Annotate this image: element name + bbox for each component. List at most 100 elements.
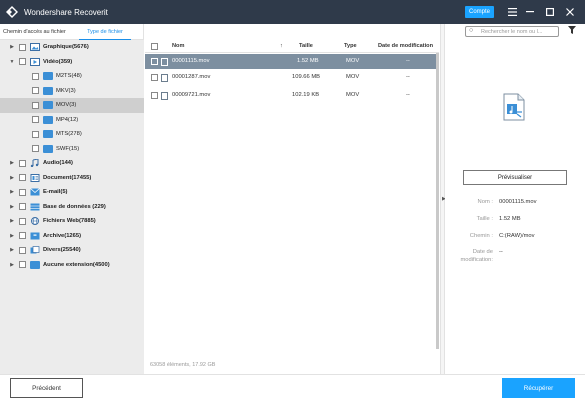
checkbox[interactable]: [32, 145, 39, 153]
search-icon: ○: [469, 27, 474, 34]
file-name: 00001115.mov: [172, 58, 210, 64]
tree-item-misc[interactable]: ▶ Divers(25540): [0, 243, 144, 258]
meta-size-value: 1.52 MB: [499, 216, 521, 222]
tree-item-label: Aucune extension(4500): [43, 261, 110, 268]
tab-file-type[interactable]: Type de fichier: [79, 24, 131, 40]
folder-icon: [30, 260, 40, 269]
expand-arrow-icon[interactable]: ▶: [8, 247, 16, 253]
sort-arrow-icon[interactable]: ↑: [280, 43, 283, 49]
folder-icon: [43, 115, 53, 124]
tree-item-label: Base de données (229): [43, 203, 106, 210]
search-input[interactable]: ○ Rechercher le nom ou l...: [465, 26, 559, 37]
tree-item-archive[interactable]: ▶ Archive(1265): [0, 229, 144, 244]
document-icon: [30, 173, 40, 182]
column-modified[interactable]: Date de modification: [378, 43, 433, 49]
image-icon: [30, 43, 40, 52]
tree-item-label: E-mail(5): [43, 189, 68, 196]
collapse-arrow-icon[interactable]: ▼: [8, 59, 16, 65]
video-icon: [30, 57, 40, 66]
folder-icon: [43, 86, 53, 95]
recover-button[interactable]: Récupérer: [502, 378, 575, 398]
file-modified: --: [406, 74, 410, 80]
tree-item-mov[interactable]: MOV(3): [0, 98, 144, 113]
column-type[interactable]: Type: [344, 43, 357, 49]
expand-arrow-icon[interactable]: ▶: [8, 175, 16, 181]
column-size[interactable]: Taille: [299, 43, 313, 49]
audio-video-file-icon: [503, 93, 525, 121]
music-note-icon: [30, 159, 39, 168]
filter-icon[interactable]: [568, 26, 576, 36]
expand-arrow-icon[interactable]: ▶: [8, 218, 16, 224]
checkbox[interactable]: [32, 116, 39, 124]
account-button[interactable]: Compte: [465, 6, 494, 18]
left-panel: Chemin d'accès au fichier Type de fichie…: [0, 24, 144, 374]
table-row[interactable]: 00001115.mov 1.52 MB MOV --: [145, 54, 437, 69]
tree-item-mkv[interactable]: MKV(3): [0, 84, 144, 99]
expand-arrow-icon[interactable]: ▶: [8, 233, 16, 239]
tree-item-no-extension[interactable]: ▶ Aucune extension(4500): [0, 258, 144, 273]
vertical-scrollbar[interactable]: [436, 53, 439, 349]
meta-date-label-1: Date de: [472, 249, 493, 255]
tree-item-web-files[interactable]: ▶ Fichiers Web(7885): [0, 214, 144, 229]
tree-item-swf[interactable]: SWF(15): [0, 142, 144, 157]
expand-arrow-icon[interactable]: ▶: [8, 160, 16, 166]
tree-item-audio[interactable]: ▶ Audio(144): [0, 156, 144, 171]
table-row[interactable]: 00001287.mov 109.66 MB MOV --: [145, 70, 437, 85]
folder-icon: [43, 130, 53, 139]
checkbox[interactable]: [19, 159, 26, 167]
expand-arrow-icon[interactable]: ▶: [8, 189, 16, 195]
checkbox[interactable]: [19, 43, 26, 51]
checkbox[interactable]: [19, 58, 26, 66]
close-icon[interactable]: [563, 4, 577, 20]
maximize-icon[interactable]: [543, 4, 557, 20]
tree-item-database[interactable]: ▶ Base de données (229): [0, 200, 144, 215]
tree-item-mp4[interactable]: MP4(12): [0, 113, 144, 128]
checkbox[interactable]: [19, 232, 26, 240]
meta-size-label: Taille :: [476, 216, 493, 222]
previous-button[interactable]: Précédent: [10, 378, 83, 398]
hamburger-menu-icon[interactable]: [505, 4, 519, 20]
tree-item-label: SWF(15): [56, 145, 80, 152]
row-checkbox[interactable]: [151, 58, 158, 65]
table-row[interactable]: 00009721.mov 102.19 KB MOV --: [145, 88, 437, 103]
tree-item-label: MP4(12): [56, 116, 79, 123]
row-checkbox[interactable]: [151, 74, 158, 81]
bottom-bar: [0, 374, 585, 405]
misc-files-icon: [30, 246, 40, 254]
video-file-icon: [161, 74, 168, 82]
column-name[interactable]: Nom: [172, 43, 184, 49]
expand-arrow-icon[interactable]: ▶: [8, 44, 16, 50]
checkbox[interactable]: [19, 203, 26, 211]
checkbox[interactable]: [32, 72, 39, 80]
checkbox[interactable]: [19, 246, 26, 254]
expand-arrow-icon[interactable]: ▶: [8, 262, 16, 268]
checkbox[interactable]: [32, 130, 39, 138]
file-type: MOV: [346, 92, 360, 98]
tree-item-label: M2TS(48): [56, 73, 82, 80]
tree-item-mts[interactable]: MTS(278): [0, 127, 144, 142]
checkbox[interactable]: [32, 87, 39, 95]
checkbox[interactable]: [32, 101, 39, 109]
row-checkbox[interactable]: [151, 92, 158, 99]
file-name: 00001287.mov: [172, 74, 211, 80]
tree-item-label: Fichiers Web(7885): [43, 218, 96, 225]
checkbox[interactable]: [19, 217, 26, 225]
expand-arrow-icon[interactable]: ▶: [8, 204, 16, 210]
folder-icon: [43, 144, 53, 153]
tree-item-document[interactable]: ▶ Document(17455): [0, 171, 144, 186]
preview-button[interactable]: Prévisualiser: [463, 170, 567, 185]
video-file-icon: [161, 58, 168, 66]
tree-item-graphique[interactable]: ▶ Graphique(5676): [0, 40, 144, 55]
tree-item-email[interactable]: ▶ E-mail(5): [0, 185, 144, 200]
tab-file-path[interactable]: Chemin d'accès au fichier: [0, 24, 79, 40]
tree-item-label: Document(17455): [43, 174, 92, 181]
checkbox[interactable]: [19, 188, 26, 196]
meta-name-label: Nom :: [477, 199, 493, 205]
minimize-icon[interactable]: [523, 4, 537, 20]
tree-item-video[interactable]: ▼ Vidéo(359): [0, 55, 144, 70]
archive-icon: [30, 232, 40, 240]
checkbox[interactable]: [19, 174, 26, 182]
select-all-checkbox[interactable]: [151, 43, 158, 50]
tree-item-m2ts[interactable]: M2TS(48): [0, 69, 144, 84]
checkbox[interactable]: [19, 261, 26, 269]
